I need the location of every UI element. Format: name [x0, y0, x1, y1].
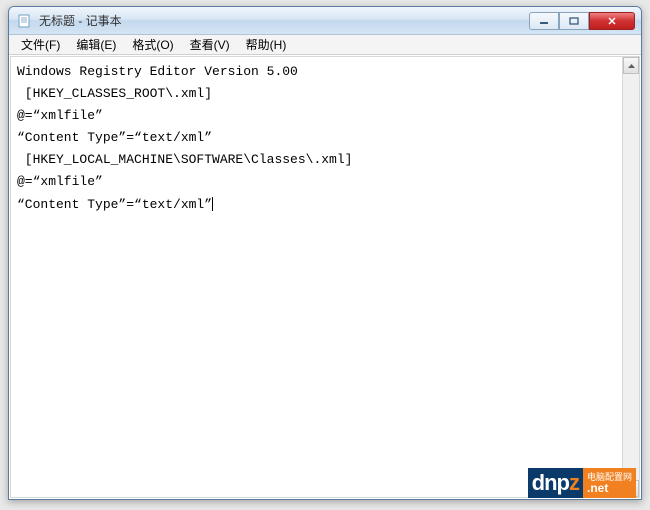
watermark-brand: dnp	[532, 470, 569, 495]
titlebar[interactable]: 无标题 - 记事本	[9, 7, 641, 35]
minimize-button[interactable]	[529, 12, 559, 30]
editor-line: @=“xmlfile”	[17, 171, 616, 193]
menu-file[interactable]: 文件(F)	[13, 34, 68, 55]
scroll-track[interactable]	[623, 74, 639, 480]
menu-view[interactable]: 查看(V)	[182, 34, 238, 55]
maximize-button[interactable]	[559, 12, 589, 30]
text-editor-area[interactable]: Windows Registry Editor Version 5.00 [HK…	[11, 57, 622, 497]
menubar: 文件(F) 编辑(E) 格式(O) 查看(V) 帮助(H)	[9, 35, 641, 55]
menu-help[interactable]: 帮助(H)	[238, 34, 295, 55]
editor-line: “Content Type”=“text/xml”	[17, 127, 616, 149]
window-controls	[529, 12, 635, 30]
editor-line: Windows Registry Editor Version 5.00	[17, 61, 616, 83]
notepad-window: 无标题 - 记事本 文件(F) 编辑(E) 格式(O) 查看(V) 帮助(H) …	[8, 6, 642, 500]
watermark-logo: dnpz 电脑配置网 .net	[528, 468, 636, 498]
menu-format[interactable]: 格式(O)	[124, 34, 181, 55]
notepad-app-icon	[17, 13, 33, 29]
watermark-net-text: .net	[587, 482, 632, 494]
editor-line: “Content Type”=“text/xml”	[17, 194, 616, 216]
content-wrap: Windows Registry Editor Version 5.00 [HK…	[10, 56, 640, 498]
text-cursor	[212, 197, 213, 211]
menu-edit[interactable]: 编辑(E)	[68, 34, 124, 55]
scroll-up-button[interactable]	[623, 57, 639, 74]
editor-line: [HKEY_CLASSES_ROOT\.xml]	[17, 83, 616, 105]
editor-line: [HKEY_LOCAL_MACHINE\SOFTWARE\Classes\.xm…	[17, 149, 616, 171]
vertical-scrollbar[interactable]	[622, 57, 639, 497]
close-button[interactable]	[589, 12, 635, 30]
window-title: 无标题 - 记事本	[39, 12, 529, 29]
editor-line: @=“xmlfile”	[17, 105, 616, 127]
